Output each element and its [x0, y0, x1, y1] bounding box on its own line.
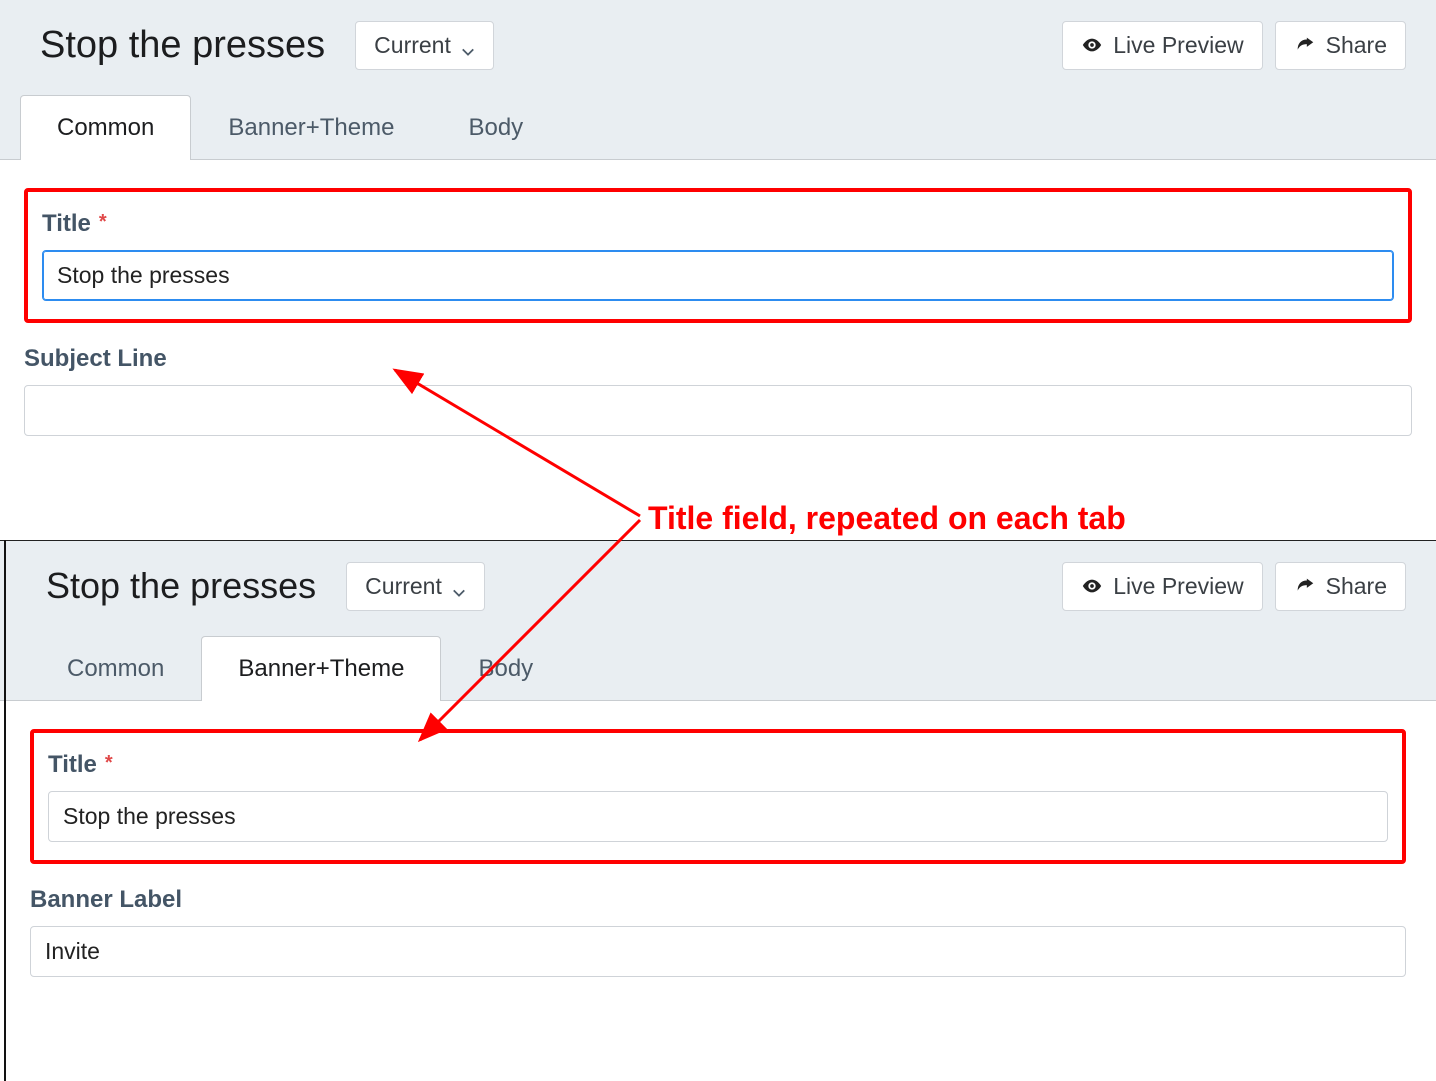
header-bar: Stop the presses Current Live Preview	[0, 541, 1436, 631]
live-preview-button[interactable]: Live Preview	[1062, 562, 1262, 611]
label-text: Title	[48, 751, 97, 779]
eye-icon	[1081, 575, 1103, 597]
title-label: Title *	[48, 751, 1388, 779]
version-dropdown[interactable]: Current	[355, 21, 494, 70]
version-label: Current	[374, 32, 451, 59]
header-bar: Stop the presses Current Live Preview	[0, 0, 1436, 90]
segment-divider	[4, 540, 6, 1081]
label-text: Banner Label	[30, 886, 182, 914]
required-asterisk-icon: *	[99, 211, 107, 234]
tab-body[interactable]: Body	[431, 95, 560, 160]
tab-banner-theme[interactable]: Banner+Theme	[201, 636, 441, 701]
header-actions: Live Preview Share	[1062, 562, 1406, 611]
label-text: Title	[42, 210, 91, 238]
title-input[interactable]	[48, 791, 1388, 842]
page-title: Stop the presses	[40, 24, 325, 67]
tabs: Common Banner+Theme Body	[0, 90, 1436, 160]
tabs: Common Banner+Theme Body	[0, 631, 1436, 701]
tab-label: Body	[468, 114, 523, 141]
subject-line-field: Subject Line	[24, 345, 1412, 436]
segment-common-tab: Stop the presses Current Live Preview	[0, 0, 1436, 540]
banner-label-label: Banner Label	[30, 886, 1406, 914]
tab-label: Common	[67, 655, 164, 682]
eye-icon	[1081, 34, 1103, 56]
header-actions: Live Preview Share	[1062, 21, 1406, 70]
tab-common[interactable]: Common	[20, 95, 191, 160]
tab-common[interactable]: Common	[30, 636, 201, 701]
share-icon	[1294, 575, 1316, 597]
chevron-down-icon	[452, 579, 466, 593]
banner-label-field: Banner Label	[30, 886, 1406, 977]
tab-label: Body	[478, 655, 533, 682]
tab-body[interactable]: Body	[441, 636, 570, 701]
title-field-highlight: Title *	[30, 729, 1406, 864]
live-preview-label: Live Preview	[1113, 573, 1243, 600]
page-title: Stop the presses	[46, 565, 316, 607]
live-preview-button[interactable]: Live Preview	[1062, 21, 1262, 70]
share-icon	[1294, 34, 1316, 56]
title-input[interactable]	[42, 250, 1394, 301]
share-label: Share	[1326, 32, 1387, 59]
form-panel: Title * Subject Line	[0, 160, 1436, 436]
tab-banner-theme[interactable]: Banner+Theme	[191, 95, 431, 160]
form-panel: Title * Banner Label	[0, 701, 1436, 977]
title-label: Title *	[42, 210, 1394, 238]
tab-label: Banner+Theme	[238, 655, 404, 682]
label-text: Subject Line	[24, 345, 167, 373]
tab-label: Common	[57, 114, 154, 141]
share-button[interactable]: Share	[1275, 562, 1406, 611]
subject-line-label: Subject Line	[24, 345, 1412, 373]
tab-label: Banner+Theme	[228, 114, 394, 141]
required-asterisk-icon: *	[105, 752, 113, 775]
version-label: Current	[365, 573, 442, 600]
version-dropdown[interactable]: Current	[346, 562, 485, 611]
title-field-highlight: Title *	[24, 188, 1412, 323]
segment-banner-theme-tab: Stop the presses Current Live Preview	[0, 540, 1436, 1081]
share-label: Share	[1326, 573, 1387, 600]
chevron-down-icon	[461, 38, 475, 52]
annotation-text: Title field, repeated on each tab	[648, 500, 1126, 537]
share-button[interactable]: Share	[1275, 21, 1406, 70]
live-preview-label: Live Preview	[1113, 32, 1243, 59]
banner-label-input[interactable]	[30, 926, 1406, 977]
subject-line-input[interactable]	[24, 385, 1412, 436]
